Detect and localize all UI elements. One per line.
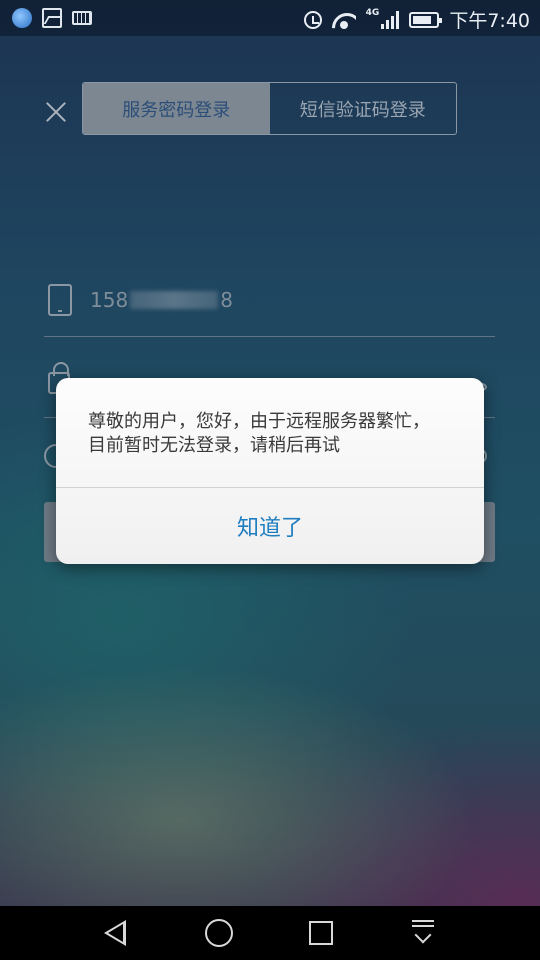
status-bar: 4G 下午7:40 — [0, 0, 540, 36]
dialog-message: 尊敬的用户，您好，由于远程服务器繁忙， 目前暂时无法登录，请稍后再试 — [88, 410, 458, 458]
phone-number-prefix: 158 — [90, 288, 129, 312]
app-notification-icon — [12, 8, 32, 28]
phone-icon — [48, 284, 72, 316]
recent-apps-icon[interactable] — [309, 921, 333, 945]
navigation-bar — [0, 906, 540, 960]
alarm-icon — [303, 10, 322, 29]
phone-number-value: 158 8 — [90, 288, 233, 312]
login-method-tabs: 服务密码登录 短信验证码登录 — [82, 82, 457, 135]
network-type-label: 4G — [365, 7, 380, 18]
image-notification-icon — [42, 8, 62, 28]
phone-number-mask — [130, 291, 219, 309]
dialog-ok-button[interactable]: 知道了 — [56, 488, 484, 564]
alert-dialog: 尊敬的用户，您好，由于远程服务器繁忙， 目前暂时无法登录，请稍后再试 知道了 — [56, 378, 484, 564]
tab-sms-code-login[interactable]: 短信验证码登录 — [270, 83, 457, 134]
home-icon[interactable] — [205, 919, 233, 947]
close-icon[interactable] — [44, 100, 68, 124]
tab-service-password-login[interactable]: 服务密码登录 — [83, 83, 270, 134]
wifi-icon — [332, 11, 356, 29]
login-screen: 4G 下午7:40 服务密码登录 短信验证码登录 158 8 尊敬的用户，您好，由… — [0, 0, 540, 960]
phone-number-suffix: 8 — [220, 288, 233, 312]
notification-pull-icon[interactable] — [412, 920, 434, 946]
battery-icon — [409, 11, 443, 28]
dialog-message-line-2: 目前暂时无法登录，请稍后再试 — [88, 435, 340, 456]
signal-strength-icon — [381, 10, 400, 29]
status-time: 下午7:40 — [449, 10, 530, 32]
keyboard-icon — [72, 11, 92, 25]
back-icon[interactable] — [104, 920, 126, 946]
dialog-message-line-1: 尊敬的用户，您好，由于远程服务器繁忙， — [88, 411, 430, 432]
phone-number-field[interactable]: 158 8 — [44, 280, 495, 337]
